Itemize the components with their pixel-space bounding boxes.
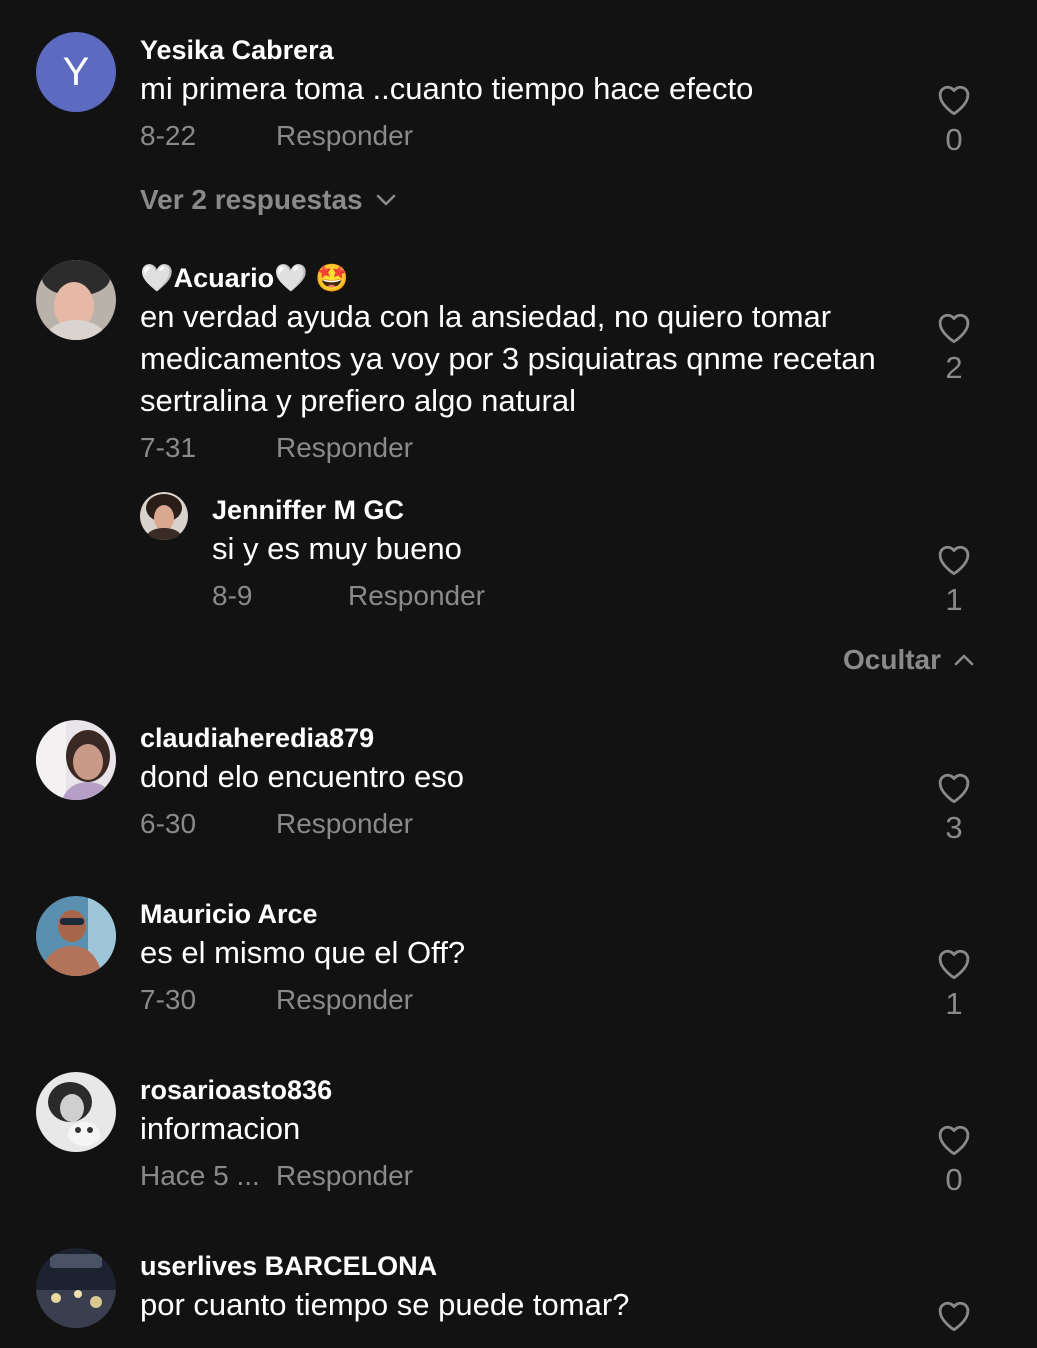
comment-text: dond elo encuentro eso [140, 759, 465, 794]
avatar-image [36, 260, 116, 340]
comment-date: 8-9 [212, 580, 253, 611]
like-count: 0 [945, 1162, 963, 1197]
heart-icon [938, 85, 970, 116]
avatar-image [36, 896, 116, 976]
avatar[interactable] [36, 896, 116, 976]
avatar-image [36, 1248, 116, 1328]
heart-icon [938, 773, 970, 804]
reply-button[interactable]: Responder [276, 980, 413, 1020]
username[interactable]: Mauricio Arce [140, 898, 900, 930]
like-count: 0 [945, 122, 963, 157]
avatar-image [36, 720, 116, 800]
comments-panel: Y Yesika Cabrera mi primera toma ..cuant… [0, 0, 1037, 1348]
like-count: 2 [945, 350, 963, 385]
comment-date: 7-31 [140, 432, 197, 463]
like-button[interactable]: 2 [932, 310, 976, 386]
username[interactable]: 🤍Acuario🤍 🤩 [140, 262, 900, 294]
avatar[interactable] [36, 1248, 116, 1328]
reply-button[interactable]: Responder [276, 804, 413, 844]
avatar-letter: Y [36, 32, 116, 112]
reply-button[interactable]: Responder [276, 428, 413, 468]
comment-text: si y es muy bueno [212, 531, 462, 566]
comment-date: 8-22 [140, 120, 197, 151]
comment-text: por cuanto tiempo se puede tomar? [140, 1287, 630, 1322]
avatar[interactable] [36, 1072, 116, 1152]
reply-button[interactable]: Responder [348, 576, 485, 616]
avatar[interactable] [36, 720, 116, 800]
chevron-down-icon [376, 194, 395, 206]
avatar[interactable] [140, 492, 188, 540]
like-button[interactable] [932, 1298, 976, 1332]
avatar-image [140, 492, 188, 540]
comment-text: en verdad ayuda con la ansiedad, no quie… [140, 299, 876, 418]
username[interactable]: claudiaheredia879 [140, 722, 900, 754]
hide-replies-label: Ocultar [843, 644, 942, 675]
username[interactable]: Jenniffer M GC [212, 494, 902, 526]
like-button[interactable]: 0 [932, 1122, 976, 1198]
like-count: 3 [945, 810, 963, 845]
reply-button[interactable]: Responder [276, 1156, 413, 1196]
comment-date: 6-30 [140, 808, 197, 839]
heart-icon [938, 1125, 970, 1156]
comment-text: es el mismo que el Off? [140, 935, 466, 970]
username[interactable]: userlives BARCELONA [140, 1250, 900, 1282]
heart-icon [938, 313, 970, 344]
comment-date: 7-30 [140, 984, 197, 1015]
view-replies-label: Ver 2 respuestas [140, 184, 363, 215]
avatar[interactable]: Y [36, 32, 116, 112]
like-button[interactable]: 0 [932, 82, 976, 158]
like-count: 1 [945, 986, 963, 1021]
heart-icon [938, 1301, 970, 1332]
hide-replies-button[interactable]: Ocultar [843, 644, 975, 676]
comment-text: informacion [140, 1111, 301, 1146]
avatar[interactable] [36, 260, 116, 340]
chevron-up-icon [954, 654, 974, 666]
heart-icon [938, 545, 970, 576]
reply-button[interactable]: Responder [276, 116, 413, 156]
like-button[interactable]: 1 [932, 946, 976, 1022]
view-replies-button[interactable]: Ver 2 respuestas [140, 184, 397, 216]
avatar-image [36, 1072, 116, 1152]
like-button[interactable]: 1 [932, 542, 976, 618]
heart-icon [938, 949, 970, 980]
like-button[interactable]: 3 [932, 770, 976, 846]
like-count: 1 [945, 582, 963, 617]
username[interactable]: Yesika Cabrera [140, 34, 900, 66]
comment-text: mi primera toma ..cuanto tiempo hace efe… [140, 71, 754, 106]
comment-date: Hace 5 ... [140, 1160, 260, 1191]
username[interactable]: rosarioasto836 [140, 1074, 900, 1106]
